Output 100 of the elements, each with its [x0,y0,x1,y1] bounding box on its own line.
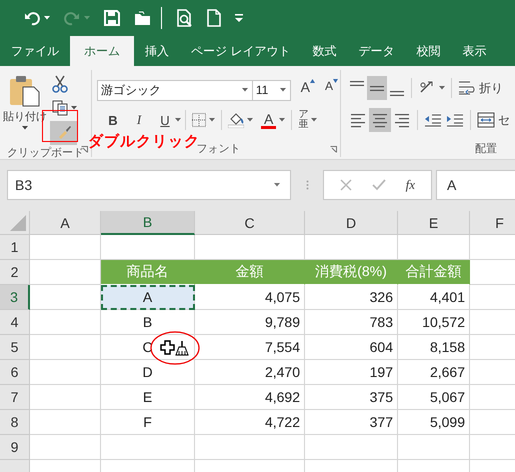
ribbon-tab[interactable]: ホーム [70,36,134,66]
table-cell: B [101,310,195,335]
align-middle-button[interactable] [367,76,387,100]
column-heading-cell: 商品名 [101,260,195,285]
caret-icon[interactable] [279,118,286,122]
table-cell: 4,722 [195,410,305,435]
copy-icon [52,100,68,116]
ribbon-tab[interactable]: ページ レイアウト [180,36,302,66]
table-cell: 4,401 [398,285,470,310]
caret-icon[interactable] [242,88,248,92]
table-cell: 377 [305,410,398,435]
folder-icon[interactable] [134,10,151,26]
caret-icon[interactable] [71,106,77,110]
check-icon[interactable] [372,179,386,191]
table-cell: D [101,360,195,385]
dialog-launcher-icon[interactable] [81,146,88,153]
scissors-icon [52,75,68,93]
name-box[interactable]: B3 [7,170,291,200]
table-cell: E [101,385,195,410]
wrap-text-button[interactable]: 折り [456,77,505,99]
row-header[interactable]: 9 [0,435,30,460]
table-cell: A [101,285,195,310]
font-color-button[interactable]: A [259,109,288,131]
row-header[interactable]: 7 [0,385,30,410]
caret-icon[interactable] [247,118,253,122]
drag-handle-icon [306,180,308,190]
print-preview-icon[interactable] [176,9,193,27]
highlight-ellipse [150,331,200,365]
font-name-field[interactable]: 游ゴシック [97,80,253,100]
table-cell: 8,158 [398,335,470,360]
column-header[interactable]: F [470,211,515,235]
row-header[interactable]: 8 [0,410,30,435]
table-cell: 10,572 [398,310,470,335]
table-cell: 604 [305,335,398,360]
group-label: クリップボード [7,146,84,159]
column-heading-cell: 金額 [195,260,305,285]
caret-icon[interactable] [175,118,181,122]
row-header[interactable]: 5 [0,335,30,360]
caret-icon[interactable] [439,86,445,90]
undo-icon[interactable] [24,10,40,26]
caret-icon[interactable] [44,16,50,20]
table-cell: 2,667 [398,360,470,385]
insert-function-button[interactable]: fx [406,177,416,193]
table-cell: 197 [305,360,398,385]
row-header[interactable]: 3 [0,285,30,310]
format-painter-cursor-icon [160,340,190,356]
table-cell: 2,470 [195,360,305,385]
caret-icon[interactable] [280,88,286,92]
column-header[interactable]: C [195,211,305,235]
merge-cells-button[interactable]: セ [475,109,512,131]
paint-bucket-icon [228,112,244,128]
ribbon-tab[interactable]: ファイル [0,36,70,66]
bold-button[interactable]: B [103,109,123,131]
borders-icon [192,113,206,127]
align-top-icon [350,81,364,86]
increase-indent-icon [446,112,464,128]
row-header[interactable]: 2 [0,260,30,285]
ribbon-tab[interactable]: 数式 [301,36,348,66]
align-center-button[interactable] [369,108,391,132]
row-header[interactable]: 6 [0,360,30,385]
table-cell: 7,554 [195,335,305,360]
formula-field[interactable]: A [436,170,515,200]
row-header[interactable]: 1 [0,235,30,260]
ribbon-tab[interactable]: 表示 [451,36,498,66]
phonetic-guide-button[interactable]: ア 亜 [296,109,320,131]
table-cell: 375 [305,385,398,410]
caret-icon[interactable] [311,118,318,122]
font-size-field[interactable]: 11 [252,80,291,100]
column-header[interactable]: D [305,211,398,235]
merge-cells-icon [477,112,495,128]
table-cell: F [101,410,195,435]
group-label: 配置 [475,142,497,156]
wrap-text-icon [458,80,476,96]
underline-button[interactable]: U [155,109,175,131]
down-arrow-icon [333,79,338,83]
column-header[interactable]: A [30,211,101,235]
clipboard-icon [9,75,41,107]
table-cell: 326 [305,285,398,310]
new-document-icon[interactable] [207,9,221,27]
grow-font-button[interactable]: A [298,79,317,101]
customize-icon[interactable] [235,14,243,22]
caret-icon[interactable] [22,126,28,130]
ribbon-tab[interactable]: データ [347,36,406,66]
shrink-font-button[interactable]: A [322,79,340,101]
caret-icon[interactable] [274,183,280,187]
caret-icon[interactable] [209,118,215,122]
table-cell: 4,692 [195,385,305,410]
table-cell: 5,099 [398,410,470,435]
table-cell: 783 [305,310,398,335]
italic-button[interactable]: I [129,109,149,131]
row-header[interactable]: 4 [0,310,30,335]
save-icon[interactable] [104,10,120,26]
column-heading-cell: 合計金額 [398,260,470,285]
ribbon-tab[interactable]: 校閲 [405,36,452,66]
ribbon-tab[interactable]: 挿入 [134,36,180,66]
empty-cell [398,435,470,460]
column-header[interactable]: E [398,211,470,235]
table-cell: 9,789 [195,310,305,335]
dialog-launcher-icon[interactable] [330,146,337,153]
column-header[interactable]: B [101,211,195,235]
